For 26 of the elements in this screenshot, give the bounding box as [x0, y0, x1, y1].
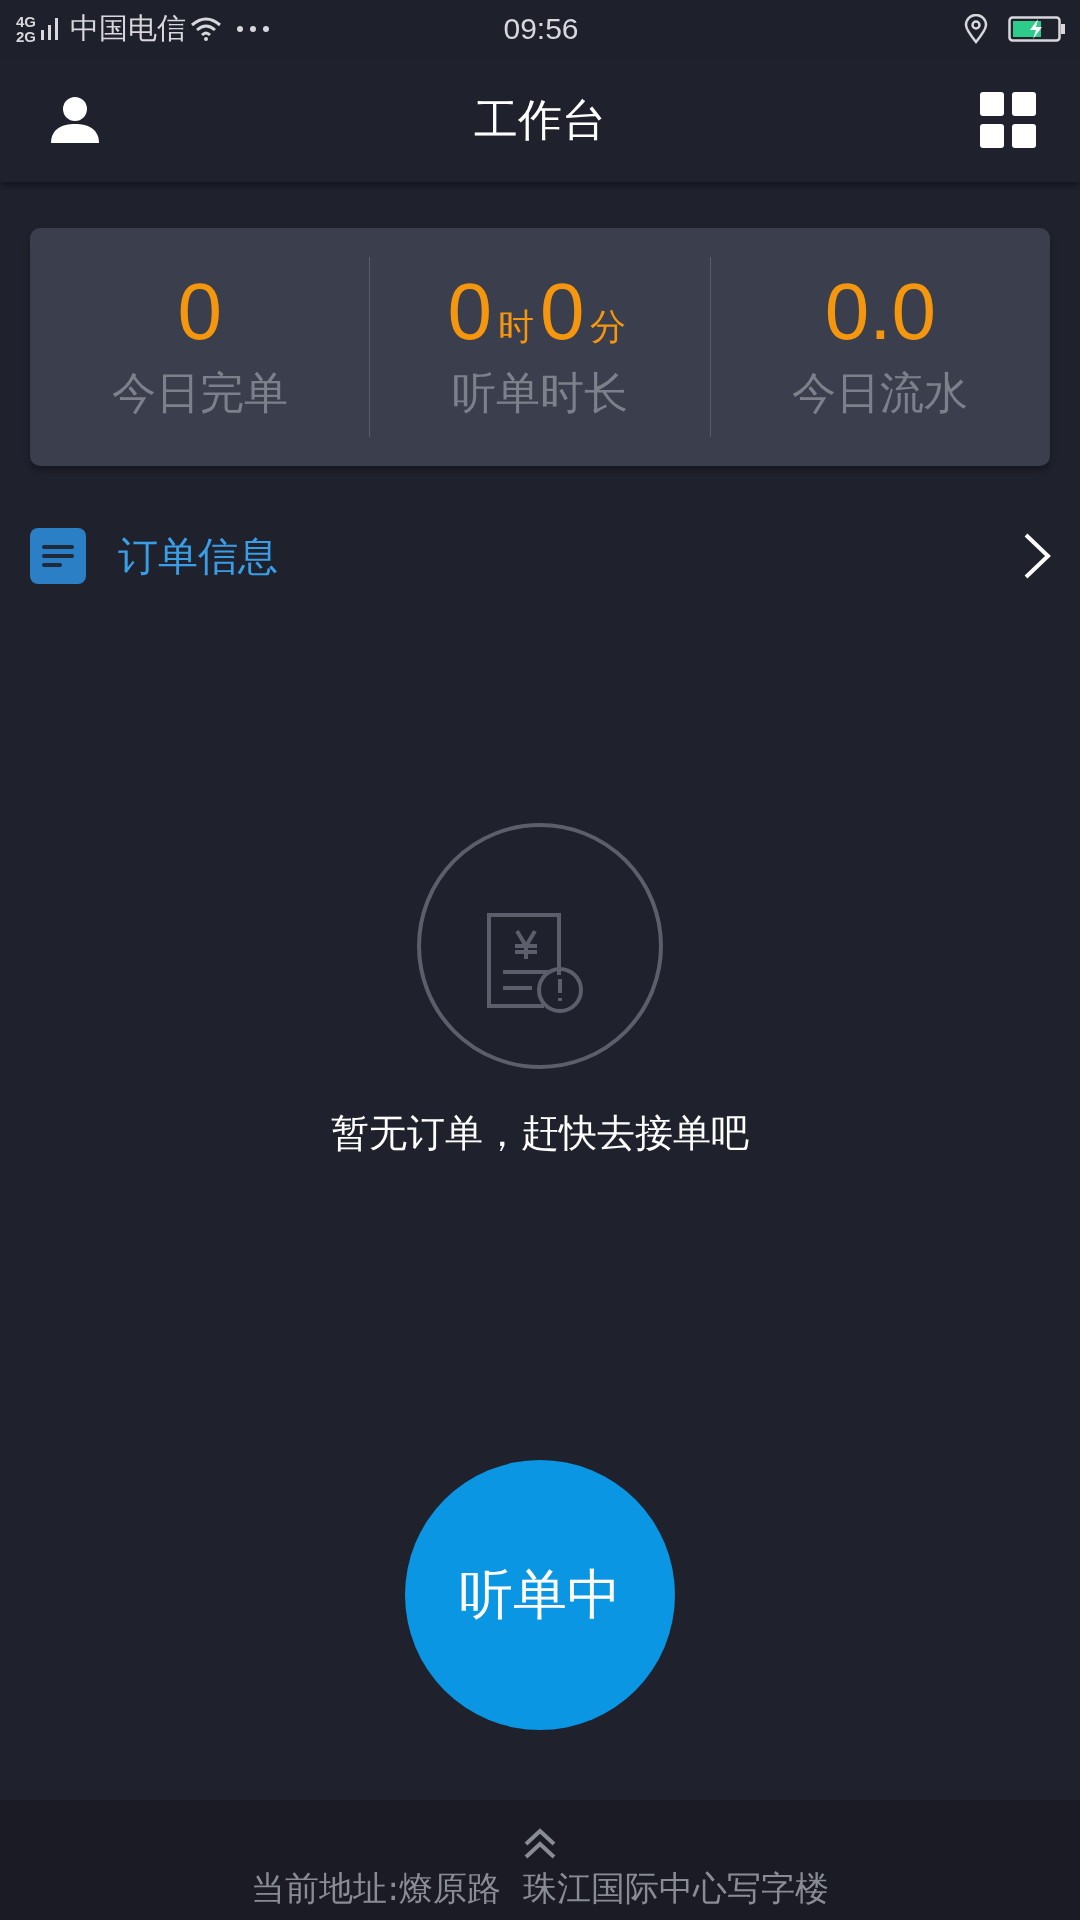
wifi-icon — [190, 16, 222, 42]
chevron-right-icon[interactable] — [1022, 532, 1052, 580]
battery-icon — [1008, 16, 1066, 42]
listening-button[interactable]: 听单中 — [405, 1460, 675, 1730]
network-type: 4G 2G — [16, 14, 36, 44]
clock: 09:56 — [503, 12, 579, 46]
stat-value: 0 时 0 分 — [447, 271, 628, 352]
expand-up-icon[interactable] — [523, 1828, 557, 1860]
profile-button[interactable] — [50, 95, 100, 145]
stat-value: 0.0 — [824, 271, 936, 352]
user-icon — [50, 95, 100, 145]
document-icon — [30, 528, 86, 584]
stat-label: 今日完单 — [111, 365, 288, 420]
stat-label: 今日流水 — [792, 365, 969, 420]
empty-receipt-icon — [416, 822, 664, 1070]
empty-message: 暂无订单，赶快去接单吧 — [331, 1110, 749, 1157]
grid-icon — [980, 92, 1036, 148]
apps-button[interactable] — [980, 92, 1036, 148]
order-info-link[interactable]: 订单信息 — [118, 528, 1022, 584]
stat-value: 0 — [177, 271, 222, 352]
current-address: 当前地址:燎原路 珠江国际中心写字楼 — [251, 1867, 829, 1910]
location-icon — [964, 14, 988, 44]
carrier-name: 中国电信 — [70, 11, 186, 46]
more-icon — [236, 25, 270, 33]
page-title: 工作台 — [474, 92, 606, 147]
stat-label: 听单时长 — [452, 365, 628, 420]
